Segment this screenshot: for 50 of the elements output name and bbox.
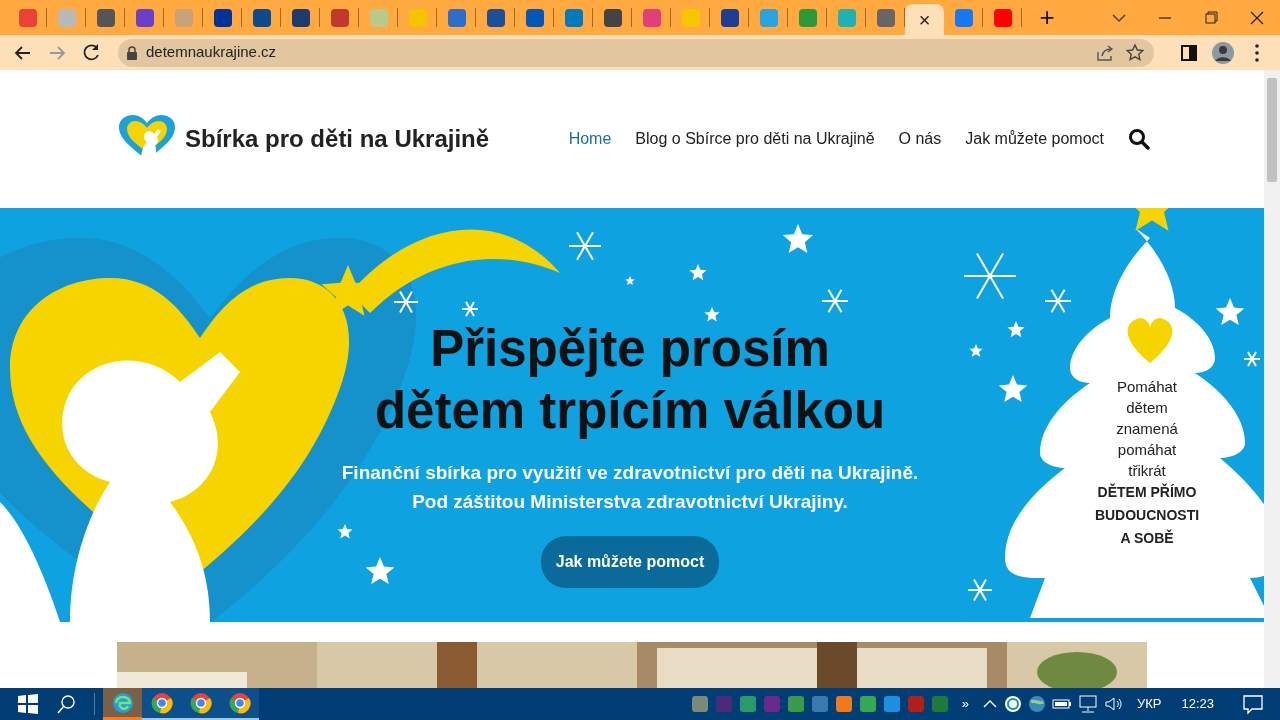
app-icon[interactable] [930, 695, 949, 713]
app-icon[interactable] [690, 695, 709, 713]
search-icon[interactable] [1128, 128, 1150, 150]
chrome-app-icon [149, 691, 174, 715]
tree-text: dětem [1125, 398, 1169, 418]
nav-link[interactable]: O nás [898, 127, 942, 151]
tree-text: DĚTEM PŘÍMO [1096, 482, 1198, 502]
hero-heading: Přispějte prosím [429, 319, 831, 379]
bookmark-star-icon[interactable] [1124, 41, 1146, 64]
url-text: detemnaukrajine.cz [146, 42, 277, 63]
tree-text: třikrát [1127, 461, 1167, 481]
address-bar[interactable]: detemnaukrajine.cz [118, 38, 1154, 67]
clock-text[interactable]: 12:23 [1181, 694, 1214, 714]
app-icon[interactable] [810, 695, 829, 713]
app-icon[interactable] [882, 695, 901, 713]
network-icon[interactable] [1076, 694, 1099, 714]
close-tab-button[interactable]: × [918, 4, 931, 35]
hero-subtitle: Pod záštitou Ministerstva zdravotnictví Ukrajiny. [411, 490, 849, 514]
chrome-app-button[interactable] [142, 688, 181, 720]
tree-text: znamená [1115, 419, 1179, 439]
overflow-button[interactable]: » [961, 694, 969, 714]
nav-link[interactable]: Jak můžete pomoct [965, 127, 1104, 151]
edge-app-icon [110, 690, 135, 715]
globe-icon[interactable] [1026, 694, 1047, 714]
lock-icon [126, 45, 138, 60]
hero-subtitle: Finanční sbírka pro využití ve zdravotnictví pro děti na Ukrajině. [340, 461, 920, 485]
antivirus-icon[interactable] [1002, 694, 1023, 714]
language-indicator[interactable]: УКР [1136, 694, 1162, 714]
hero-heading: dětem trpícím válkou [373, 381, 887, 441]
site-title[interactable]: Sbírka pro děti na Ukrajině [185, 121, 490, 157]
chrome-app-icon [227, 691, 252, 715]
notification-icon[interactable] [1242, 693, 1264, 715]
app-icon[interactable] [786, 695, 805, 713]
app-icon[interactable] [834, 695, 853, 713]
chrome-app-icon [188, 691, 213, 715]
tree-text: BUDOUCNOSTI [1093, 506, 1201, 525]
app-icon[interactable] [738, 695, 757, 713]
edge-app-button[interactable] [103, 688, 142, 720]
volume-icon[interactable] [1102, 694, 1125, 714]
help-button[interactable]: Jak můžete pomoct [540, 536, 720, 588]
chrome-app-button[interactable] [220, 688, 259, 720]
tree-text: A SOBĚ [1119, 528, 1175, 548]
nav-link[interactable]: Blog o Sbírce pro děti na Ukrajině [635, 127, 875, 151]
tree-text: Pomáhat [1115, 377, 1178, 397]
tree-text: pomáhat [1116, 440, 1178, 460]
nav-link[interactable]: Home [568, 127, 612, 151]
start-icon [15, 692, 40, 716]
browser-tab[interactable]: × [905, 4, 944, 35]
new-tab-button[interactable]: + [1030, 0, 1064, 35]
app-icon[interactable] [858, 695, 877, 713]
